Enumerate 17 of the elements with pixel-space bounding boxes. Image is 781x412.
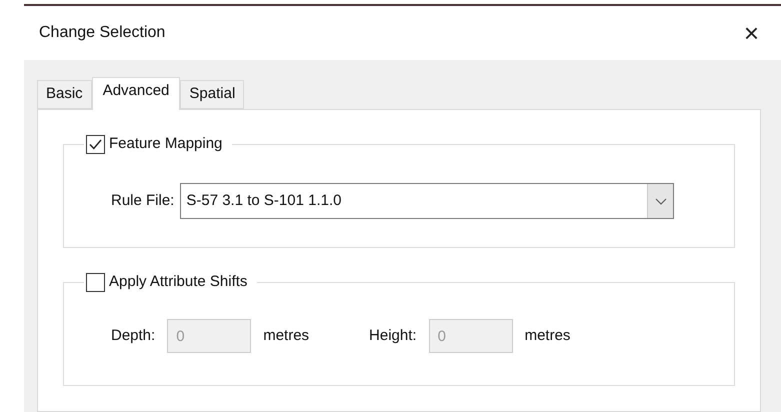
checkbox[interactable]: [86, 272, 105, 292]
group-label: Feature Mapping: [109, 134, 222, 154]
checkmark-icon: [89, 138, 102, 150]
close-button[interactable]: ×: [744, 20, 759, 46]
unit-label: metres: [524, 326, 570, 346]
field-label: Height:: [369, 326, 417, 346]
tab[interactable]: Advanced: [92, 77, 180, 110]
checkbox[interactable]: [86, 134, 105, 154]
tab[interactable]: Spatial: [180, 80, 244, 109]
window-title: Change Selection: [39, 23, 166, 43]
rule-file-dropdown[interactable]: S-57 3.1 to S-101 1.1.0: [180, 183, 674, 219]
chevron-icon: [647, 184, 674, 218]
tab[interactable]: Basic: [37, 80, 92, 109]
unit-label: metres: [263, 326, 310, 346]
group-label: Apply Attribute Shifts: [109, 272, 248, 292]
field-label: Depth:: [111, 326, 156, 346]
field-label: Rule File:: [111, 190, 174, 211]
